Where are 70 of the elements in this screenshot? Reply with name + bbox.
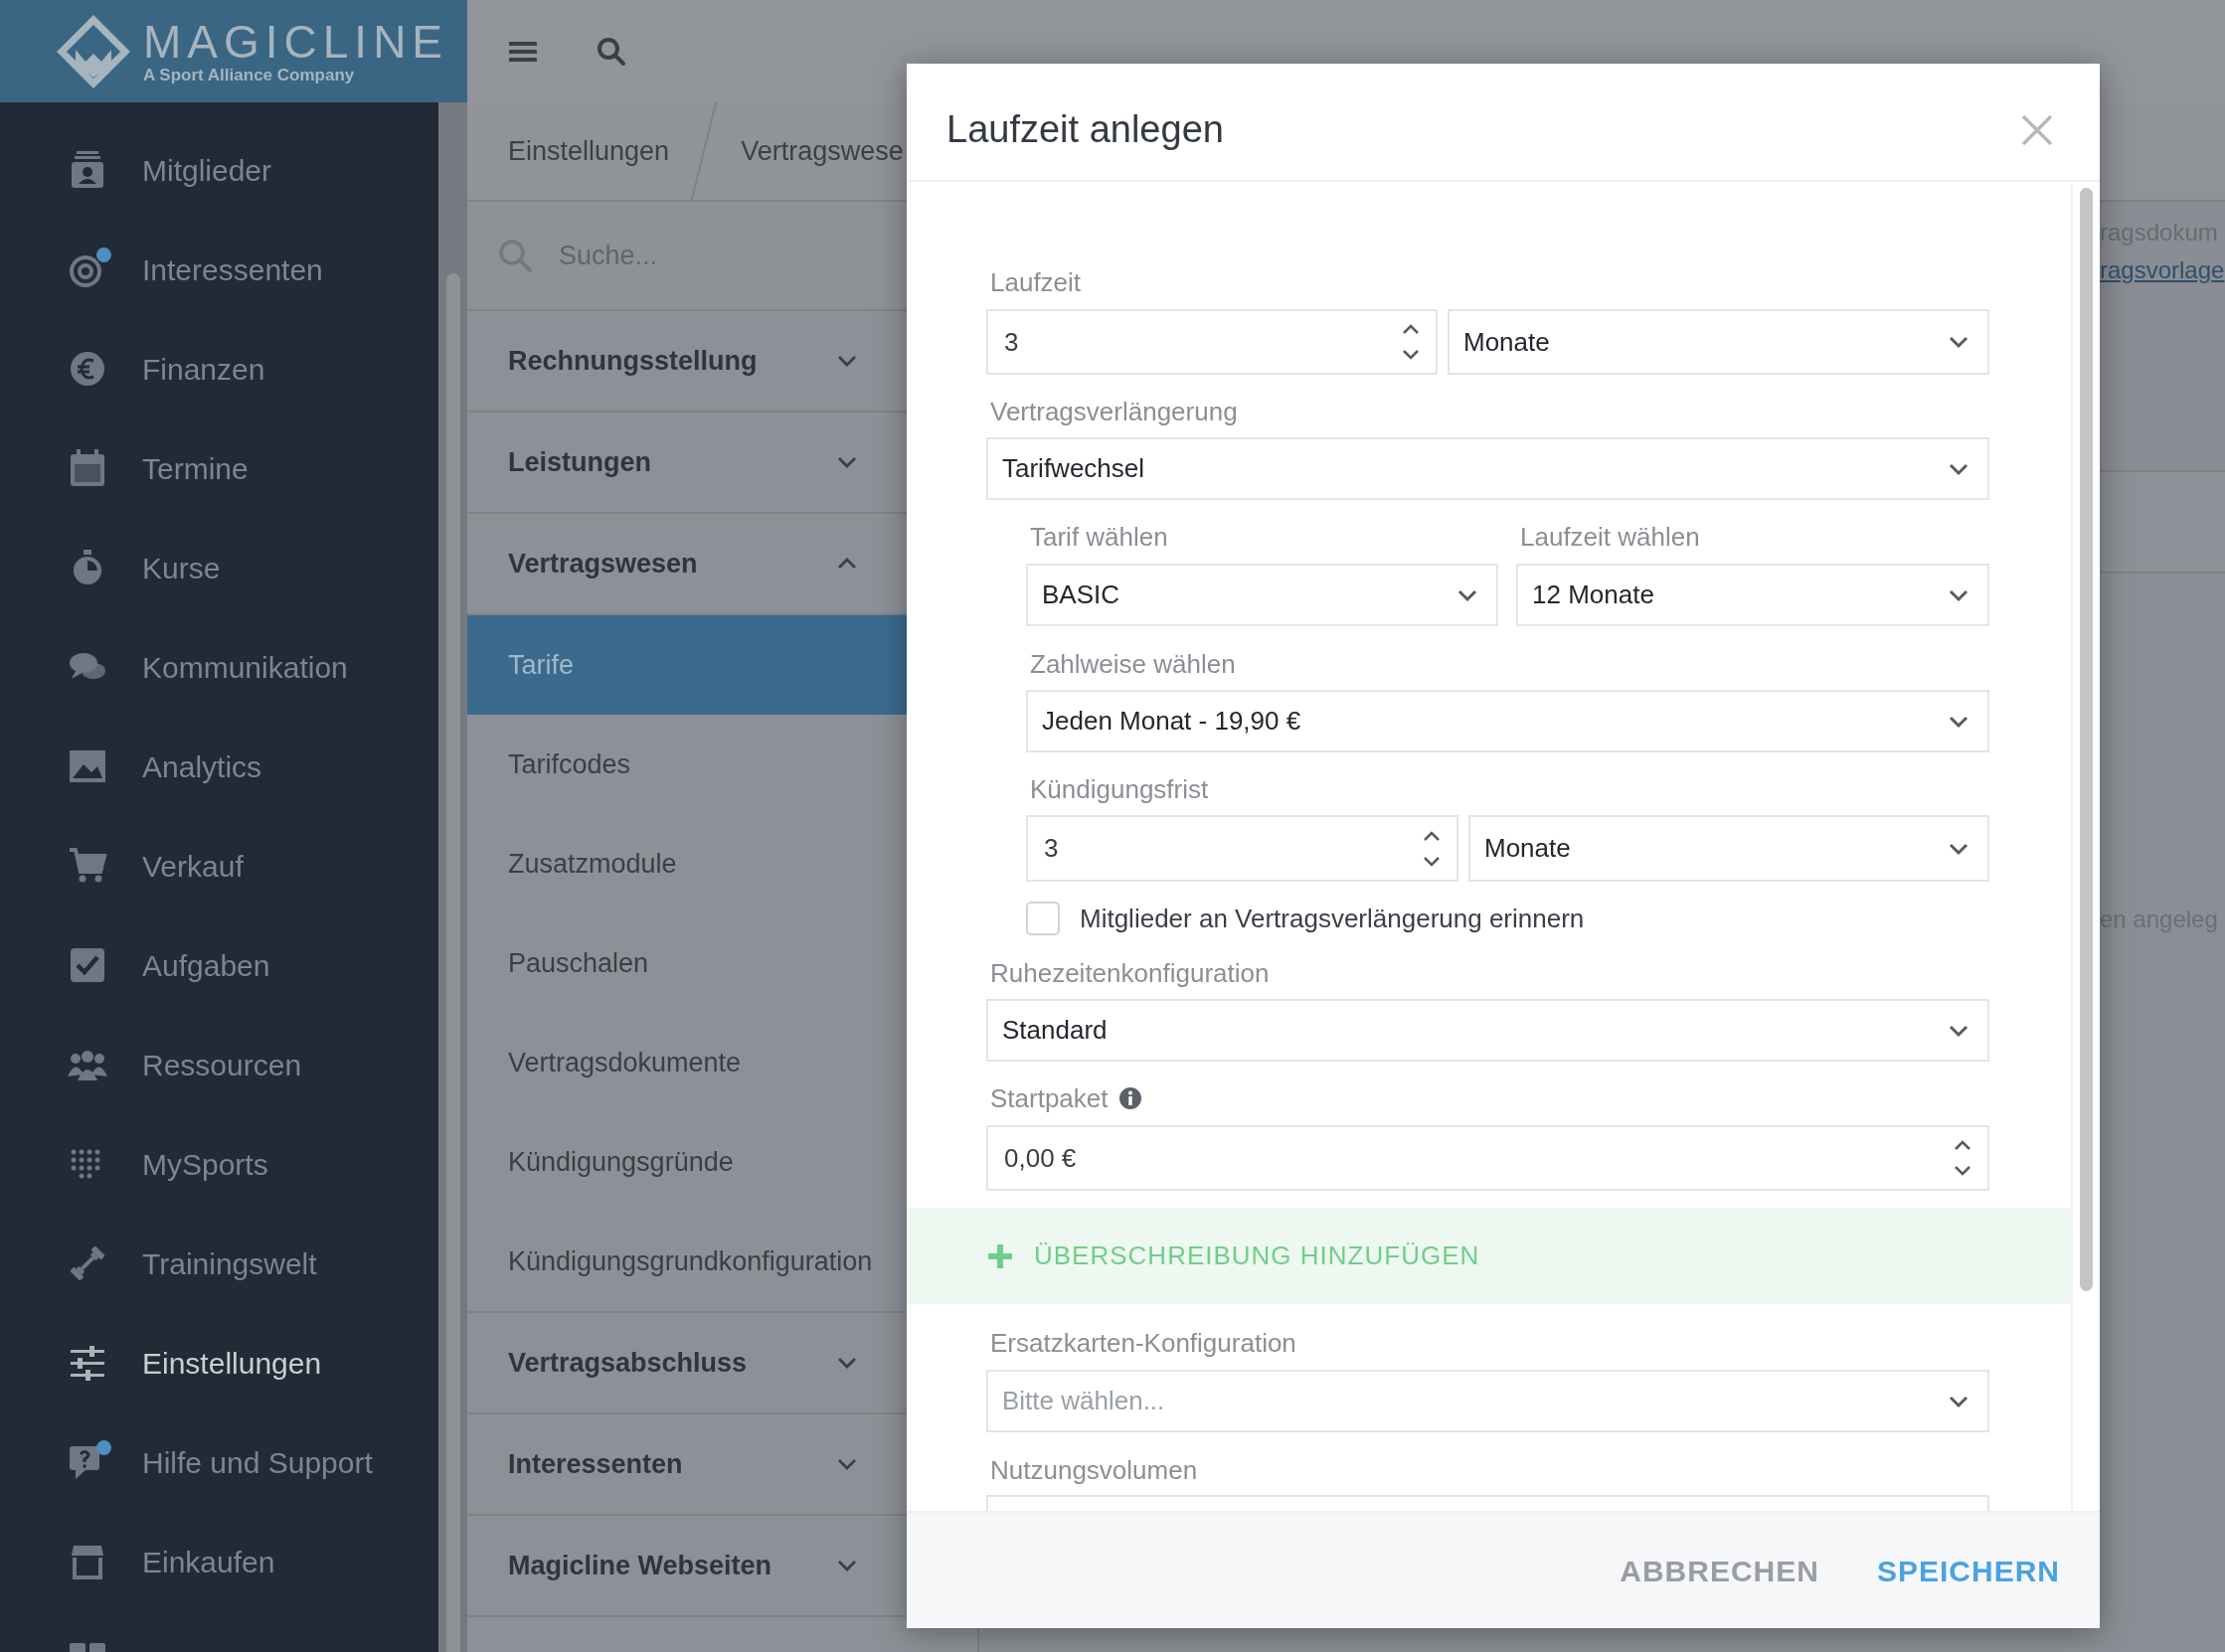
sidebar-item[interactable]: Interessenten	[0, 220, 438, 319]
field-label: Ruhezeitenkonfiguration	[990, 957, 1271, 989]
logo-icon	[56, 13, 131, 89]
document-link[interactable]: ragsvorlage	[2100, 251, 2225, 289]
chevron-down-icon	[1948, 1394, 1969, 1408]
sidebar-item[interactable]: Mitglieder	[0, 120, 438, 220]
field-label: Startpaket	[990, 1082, 1109, 1114]
dumbbell-icon	[68, 1243, 107, 1283]
sidebar-item[interactable]: Kurse	[0, 518, 438, 617]
cancel-button[interactable]: ABBRECHEN	[1620, 1538, 1819, 1603]
sidebar-item[interactable]: Analytics	[0, 717, 438, 816]
sidebar-item[interactable]: Verkauf	[0, 816, 438, 915]
info-icon[interactable]	[1117, 1086, 1142, 1110]
sidebar-item[interactable]: Aufgaben	[0, 915, 438, 1015]
spinner-icon[interactable]	[1400, 322, 1422, 362]
chevron-down-icon	[1948, 714, 1969, 729]
close-icon[interactable]	[2020, 112, 2054, 147]
sidebar-item[interactable]: Kommunikation	[0, 617, 438, 717]
dropdown[interactable]: 12 Monate	[1516, 564, 1989, 626]
dropdown[interactable]: Standard	[986, 999, 1989, 1062]
field-label: Zahlweise wählen	[1030, 648, 1237, 680]
chevron-down-icon	[1948, 841, 1969, 856]
field-label: Laufzeit wählen	[1520, 521, 1701, 553]
field-label: Laufzeit	[990, 266, 1083, 298]
number-field[interactable]: 0,00 €	[986, 1125, 1989, 1191]
dropdown[interactable]: Jeden Monat - 19,90 €	[1026, 690, 1989, 752]
sliders-icon	[68, 1343, 107, 1383]
spinner-icon[interactable]	[1952, 1138, 1973, 1178]
calendar-icon	[68, 448, 107, 488]
checkbox[interactable]	[1026, 902, 1060, 935]
sidebar-item[interactable]: Einkaufen	[0, 1512, 438, 1611]
chevron-down-icon	[1948, 461, 1969, 476]
search-icon[interactable]	[597, 36, 626, 67]
scrollbar-thumb[interactable]	[2080, 188, 2093, 1291]
sidebar-item[interactable]: Hilfe und Support	[0, 1412, 438, 1512]
scrollbar-thumb[interactable]	[445, 273, 460, 1652]
chevron-down-icon	[1948, 1023, 1969, 1038]
dropdown[interactable]: Monate	[1448, 309, 1989, 375]
field-label: Ersatzkarten-Konfiguration	[990, 1327, 1297, 1359]
dropdown[interactable]: Monate	[1468, 815, 1989, 882]
logo-text: MAGICLINE	[143, 17, 449, 66]
sidebar-item[interactable]: Finanzen	[0, 319, 438, 418]
field-label: Tarif wählen	[1030, 521, 1169, 553]
sidebar-item[interactable]: Ressourcen	[0, 1015, 438, 1114]
euro-icon	[68, 349, 107, 389]
dropdown[interactable]: Bitte wählen...	[986, 1370, 1989, 1432]
number-field[interactable]: 3	[986, 309, 1438, 375]
logo-tagline: A Sport Alliance Company	[143, 65, 356, 85]
plus-icon	[986, 1241, 1014, 1270]
sidebar-item[interactable]: Einstellungen	[0, 1313, 438, 1412]
dialog-title: Laufzeit anlegen	[946, 107, 1224, 152]
chevron-down-icon	[1456, 587, 1478, 602]
menu-icon[interactable]	[509, 39, 537, 64]
checkbox-icon	[68, 945, 107, 985]
field-label: Vertragsverlängerung	[990, 396, 1239, 427]
search-icon	[497, 238, 533, 273]
checkbox-label[interactable]: Mitglieder an Vertragsverlängerung erinnern	[1080, 899, 1585, 938]
chevron-down-icon	[1948, 335, 1969, 349]
sidebar-item[interactable]: Termine	[0, 418, 438, 518]
field-label: Nutzungsvolumen	[990, 1454, 1199, 1486]
sidebar-item[interactable]: Trainingswelt	[0, 1214, 438, 1313]
dropdown[interactable]: BASIC	[1026, 564, 1498, 626]
breadcrumb-link[interactable]: Vertragswese	[741, 130, 904, 172]
number-field[interactable]: 3	[1026, 815, 1458, 882]
chevron-down-icon	[1948, 587, 1969, 602]
field-label: Kündigungsfrist	[1030, 773, 1210, 805]
dropdown[interactable]: Tarifwechsel	[986, 437, 1989, 500]
sidebar-item[interactable]: MySports	[0, 1114, 438, 1214]
save-button[interactable]: SPEICHERN	[1876, 1538, 2060, 1603]
breadcrumb-link[interactable]: Einstellungen	[508, 130, 670, 172]
